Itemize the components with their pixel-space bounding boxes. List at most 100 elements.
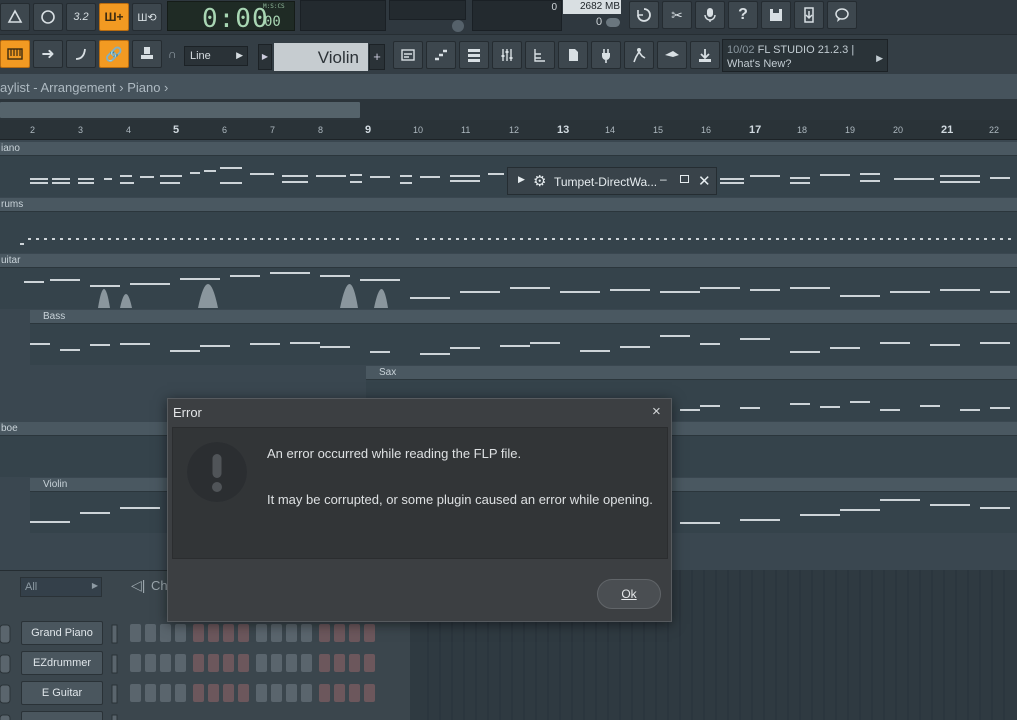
link-icon[interactable]: 🔗: [99, 40, 129, 68]
plugin-menu-arrow-icon[interactable]: ▶: [518, 174, 525, 185]
dialog-message-secondary: It may be corrupted, or some plugin caus…: [267, 492, 653, 507]
time-centiseconds: 00: [264, 14, 281, 30]
scroll-thumb[interactable]: [0, 102, 360, 118]
breadcrumb-separator: ›: [160, 80, 169, 95]
playlist-icon[interactable]: [393, 41, 423, 69]
instrument-selector[interactable]: Violin: [274, 43, 368, 71]
bar-number: 19: [845, 125, 856, 135]
exclamation-icon: [187, 442, 247, 502]
dialog-message-primary: An error occurred while reading the FLP …: [267, 446, 522, 461]
bar-number: 14: [605, 125, 616, 135]
breadcrumb-arrangement[interactable]: Arrangement: [40, 80, 115, 95]
breadcrumb-playlist[interactable]: aylist: [0, 80, 30, 95]
breadcrumb-separator: ›: [115, 80, 128, 95]
breadcrumb: aylist - Arrangement › Piano ›: [0, 74, 1017, 100]
hint-panel: [300, 0, 386, 31]
plugin-window-titlebar[interactable]: ▶ ⚙ Tumpet-DirectWa... – ✕: [507, 167, 717, 195]
breadcrumb-piano[interactable]: Piano: [127, 80, 160, 95]
project-notes-icon[interactable]: [558, 41, 588, 69]
plugin-title: Tumpet-DirectWa...: [554, 175, 658, 189]
bar-number: 15: [653, 125, 664, 135]
piano-roll-view-icon[interactable]: [426, 41, 456, 69]
news-link[interactable]: What's New?: [727, 57, 887, 71]
polyphony-value: 0: [596, 16, 603, 28]
error-dialog: Error × An error occurred while reading …: [167, 398, 672, 622]
minimize-icon[interactable]: –: [660, 172, 667, 186]
plugin-plug-icon[interactable]: [591, 41, 621, 69]
save-icon[interactable]: [761, 1, 791, 29]
memory-value: 2682: [580, 1, 603, 12]
time-display[interactable]: 0:00 M:S:CS 00: [167, 1, 295, 34]
step-buttons: [130, 624, 375, 702]
close-icon[interactable]: ✕: [698, 172, 711, 190]
add-instrument-button[interactable]: +: [369, 44, 385, 70]
channel-rack-icon[interactable]: [459, 41, 489, 69]
channel-rack-title: Ch: [151, 578, 168, 593]
news-panel[interactable]: 10/02 FL STUDIO 21.2.3 | What's New? ▶: [722, 39, 888, 72]
time-main: 0:00: [202, 4, 269, 34]
download-icon[interactable]: [690, 41, 720, 69]
step-sequencer[interactable]: [0, 619, 410, 720]
ok-button[interactable]: Ok: [597, 579, 661, 609]
fl-studio-window: 3.2 Ш+ Ш⟲ 0:00 M:S:CS 00 0 2682 MB 0 ✂ ?…: [0, 0, 1017, 720]
cpu-panel: 0: [472, 0, 562, 31]
memory-meter: 2682 MB: [563, 0, 621, 14]
bar-number: 9: [365, 124, 372, 136]
dialog-body: An error occurred while reading the FLP …: [172, 427, 668, 559]
stamp-icon[interactable]: [132, 40, 162, 68]
channel-filter-select[interactable]: All ▶: [20, 577, 102, 597]
dropdown-arrow-icon: ▶: [91, 581, 98, 590]
bar-number: 3: [78, 125, 84, 135]
render-icon[interactable]: [794, 1, 824, 29]
slide-icon[interactable]: [66, 40, 96, 68]
news-date: 10/02: [727, 44, 755, 56]
gear-icon[interactable]: ⚙: [533, 172, 546, 190]
headphone-icon: ∩: [168, 47, 177, 61]
pattern-panel[interactable]: [389, 0, 466, 20]
bar-number: 7: [270, 125, 276, 135]
piano-roll-icon[interactable]: [0, 40, 30, 68]
main-toolbar: 3.2 Ш+ Ш⟲ 0:00 M:S:CS 00 0 2682 MB 0 ✂ ?: [0, 0, 1017, 34]
bar-number: 4: [126, 125, 132, 135]
news-next-icon[interactable]: ▶: [876, 51, 883, 65]
step-edit-icon[interactable]: Ш+: [99, 3, 129, 31]
cut-icon[interactable]: ✂: [662, 1, 692, 29]
metronome-icon[interactable]: [0, 3, 30, 31]
arrow-right-icon[interactable]: ➜: [33, 40, 63, 68]
bar-number: 10: [413, 125, 424, 135]
close-icon[interactable]: ×: [652, 403, 661, 420]
bar-number: 11: [461, 125, 471, 135]
snap-mode-select[interactable]: Line ▶: [184, 46, 248, 66]
channel-filter-value: All: [25, 581, 38, 593]
instrument-prev-button[interactable]: ▶: [258, 44, 272, 70]
countdown-icon[interactable]: 3.2: [66, 3, 96, 31]
song-position-knob[interactable]: [452, 20, 464, 32]
mixer-icon[interactable]: [492, 41, 522, 69]
memory-unit: MB: [605, 1, 621, 12]
microphone-icon[interactable]: [695, 1, 725, 29]
maximize-icon[interactable]: [680, 175, 689, 183]
performance-icon[interactable]: [624, 41, 654, 69]
polyphony-toggle[interactable]: [606, 18, 620, 27]
time-format-label: M:S:CS: [263, 3, 285, 10]
bar-number: 22: [989, 125, 1000, 135]
bar-number: 21: [941, 124, 954, 136]
bar-number: 20: [893, 125, 904, 135]
help-icon[interactable]: ?: [728, 1, 758, 29]
wait-input-icon[interactable]: [33, 3, 63, 31]
bar-number: 2: [30, 125, 36, 135]
browser-icon[interactable]: [525, 41, 555, 69]
bar-number: 16: [701, 125, 712, 135]
undo-icon[interactable]: [629, 1, 659, 29]
instrument-name: Violin: [317, 48, 359, 67]
secondary-toolbar: ➜ 🔗 ∩ Line ▶ ▶ Violin + 10/02 FL STUDIO …: [0, 34, 1017, 74]
bar-number: 5: [173, 124, 180, 136]
tempo-tapper-icon[interactable]: [657, 41, 687, 69]
loop-record-icon[interactable]: Ш⟲: [132, 3, 162, 31]
chat-icon[interactable]: [827, 1, 857, 29]
dropdown-arrow-icon: ▶: [236, 50, 243, 60]
speaker-icon[interactable]: ◁|: [131, 577, 145, 594]
dialog-title: Error: [173, 405, 202, 420]
news-title: FL STUDIO 21.2.3 |: [757, 44, 855, 56]
timeline-ruler[interactable]: 2 3 4 5 6 7 8 9 10 11 12 13 14 15 16 17 …: [0, 120, 1017, 140]
